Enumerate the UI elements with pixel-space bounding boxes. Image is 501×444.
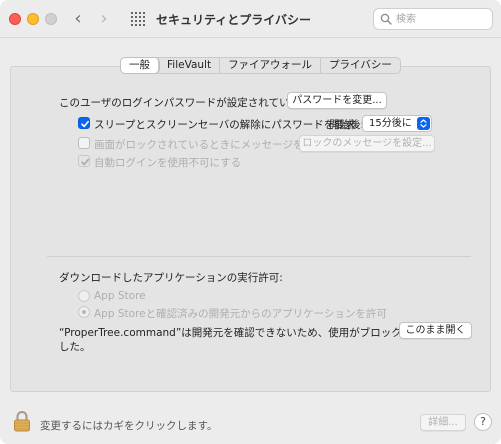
tab-filevault[interactable]: FileVault	[159, 58, 221, 73]
lock-icon[interactable]	[13, 410, 31, 432]
require-password-checkbox[interactable]	[78, 117, 90, 129]
back-chevron-icon[interactable]: ‹	[69, 9, 87, 29]
disable-auto-login-checkbox[interactable]	[78, 155, 90, 167]
advanced-button[interactable]: 詳細...	[420, 414, 466, 431]
blocked-message-line2: した。	[59, 341, 91, 353]
set-lock-message-button[interactable]: ロックのメッセージを設定...	[299, 135, 435, 152]
search-input[interactable]	[396, 12, 488, 27]
blocked-message-line1: “ProperTree.command”は開発元を確認できないため、使用がブロッ…	[59, 327, 434, 339]
window-title: セキュリティとプライバシー	[156, 13, 312, 27]
start-after-value: 15分後に	[369, 118, 412, 129]
require-password-label: スリープとスクリーンセーバの解除にパスワードを要求	[94, 119, 356, 131]
change-password-button[interactable]: パスワードを変更...	[287, 92, 387, 109]
preferences-window: ‹ › セキュリティとプライバシー 一般 FileVault ファイアウォール …	[0, 0, 501, 444]
downloads-heading: ダウンロードしたアプリケーションの実行許可:	[59, 272, 283, 284]
tab-firewall[interactable]: ファイアウォール	[220, 58, 322, 73]
search-icon	[380, 13, 392, 25]
close-window-button[interactable]	[9, 13, 21, 25]
show-all-grid-icon[interactable]	[131, 12, 145, 26]
tab-general[interactable]: 一般	[121, 58, 159, 73]
disable-auto-login-label: 自動ログインを使用不可にする	[94, 157, 242, 169]
tab-privacy[interactable]: プライバシー	[321, 58, 400, 73]
lock-instruction-text: 変更するにはカギをクリックします。	[40, 420, 218, 432]
zoom-window-button[interactable]	[45, 13, 57, 25]
section-divider	[47, 256, 471, 257]
radio-app-store-label: App Store	[94, 290, 146, 302]
radio-app-store[interactable]	[78, 290, 90, 302]
title-bar: ‹ › セキュリティとプライバシー	[0, 0, 501, 38]
open-anyway-button[interactable]: このまま開く	[399, 322, 472, 339]
show-message-checkbox[interactable]	[78, 137, 90, 149]
search-field[interactable]	[373, 8, 493, 30]
checkmark-icon	[81, 158, 89, 166]
radio-app-store-and-identified[interactable]	[78, 306, 90, 318]
start-after-label: 開始後:	[329, 119, 365, 131]
forward-chevron-icon[interactable]: ›	[95, 9, 113, 29]
checkmark-icon	[81, 120, 89, 128]
minimize-window-button[interactable]	[27, 13, 39, 25]
updown-chevron-icon	[417, 117, 430, 130]
tab-bar: 一般 FileVault ファイアウォール プライバシー	[120, 57, 401, 74]
login-password-text: このユーザのログインパスワードが設定されています	[59, 97, 311, 109]
radio-app-store-and-identified-label: App Storeと確認済みの開発元からのアプリケーションを許可	[94, 308, 387, 320]
start-after-select[interactable]: 15分後に	[362, 115, 432, 132]
help-button[interactable]: ?	[474, 413, 492, 431]
show-message-label: 画面がロックされているときにメッセージを表示	[94, 139, 325, 151]
